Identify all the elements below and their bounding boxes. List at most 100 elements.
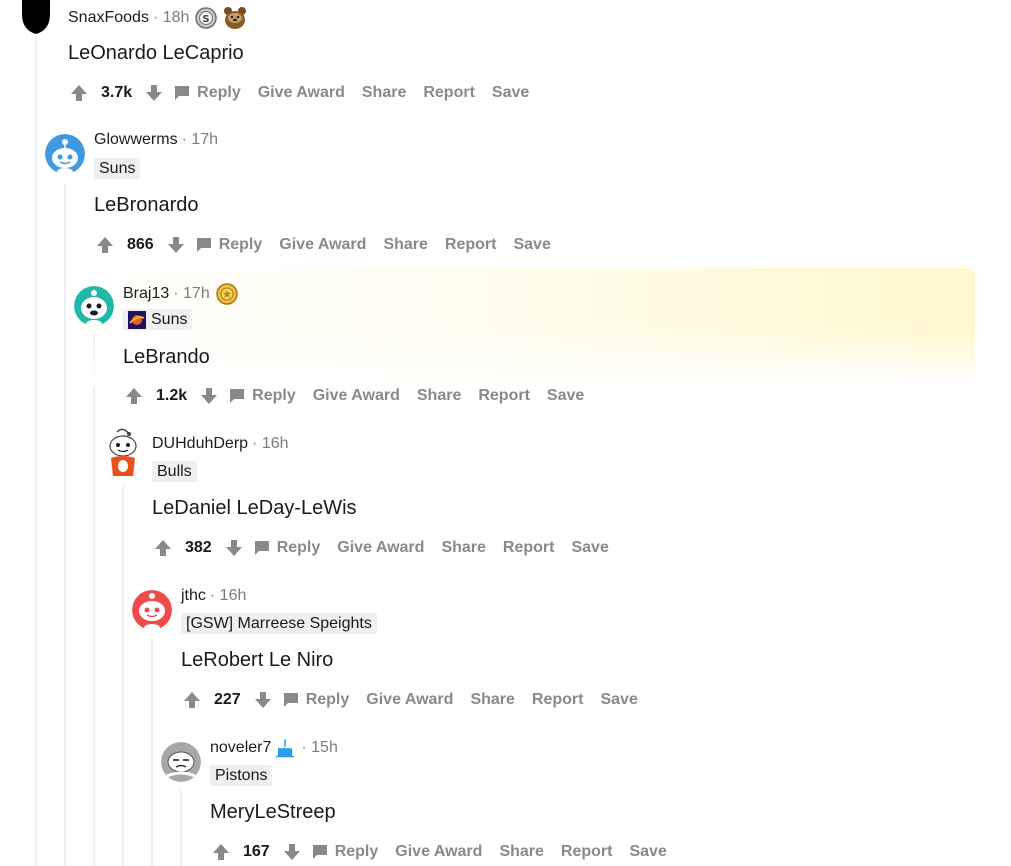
reply-button[interactable]: Reply <box>228 387 296 405</box>
save-button[interactable]: Save <box>600 691 637 709</box>
share-button[interactable]: Share <box>499 843 543 861</box>
downvote-icon[interactable] <box>165 234 187 256</box>
comment-actions: 3.7k Reply Give Award Share Report Save <box>68 80 546 106</box>
give-award-button[interactable]: Give Award <box>313 387 400 405</box>
comment-actions: 1.2k Reply Give Award Share Report Save <box>123 383 601 409</box>
share-button[interactable]: Share <box>470 691 514 709</box>
reply-button[interactable]: Reply <box>282 691 350 709</box>
save-button[interactable]: Save <box>629 843 666 861</box>
give-award-button[interactable]: Give Award <box>337 539 424 557</box>
reply-label: Reply <box>334 843 379 860</box>
reply-button[interactable]: Reply <box>173 84 241 102</box>
flair-text: Suns <box>151 310 188 328</box>
snoo-avatar-black-icon[interactable] <box>18 0 54 36</box>
comment-meta: jthc · 16h <box>181 587 246 605</box>
comment-body: LeRobert Le Niro <box>181 649 334 671</box>
comment-actions: 382 Reply Give Award Share Report Save <box>152 535 626 561</box>
report-button[interactable]: Report <box>423 84 475 102</box>
gold-award-icon[interactable] <box>215 283 238 305</box>
snoo-avatar-red-icon[interactable] <box>132 590 172 630</box>
comment-body: LeBrando <box>123 346 210 368</box>
thread-line[interactable] <box>122 486 124 866</box>
thread-line[interactable] <box>93 334 95 866</box>
save-button[interactable]: Save <box>547 387 584 405</box>
save-button[interactable]: Save <box>571 539 608 557</box>
user-flair: Suns <box>123 309 193 330</box>
bear-award-icon[interactable] <box>223 6 247 30</box>
username[interactable]: noveler7 <box>210 739 271 757</box>
comment-icon <box>228 387 246 405</box>
share-button[interactable]: Share <box>417 387 461 405</box>
snoo-avatar-blue-icon[interactable] <box>45 134 85 174</box>
give-award-button[interactable]: Give Award <box>258 84 345 102</box>
report-button[interactable]: Report <box>478 387 530 405</box>
comment-meta: noveler7 · 15h <box>210 738 338 758</box>
share-button[interactable]: Share <box>362 84 406 102</box>
reply-label: Reply <box>276 539 321 556</box>
report-button[interactable]: Report <box>561 843 613 861</box>
give-award-button[interactable]: Give Award <box>395 843 482 861</box>
username[interactable]: Glowwerms <box>94 131 178 149</box>
username[interactable]: jthc <box>181 587 206 605</box>
timestamp[interactable]: · 18h <box>153 9 189 27</box>
comment-icon <box>253 539 271 557</box>
reply-label: Reply <box>252 387 296 404</box>
upvote-icon[interactable] <box>181 689 203 711</box>
comment-body: LeBronardo <box>94 194 199 216</box>
username[interactable]: Braj13 <box>123 285 169 303</box>
timestamp[interactable]: · 16h <box>210 587 246 605</box>
give-award-button[interactable]: Give Award <box>279 236 366 254</box>
reply-button[interactable]: Reply <box>311 843 379 861</box>
reply-label: Reply <box>218 236 263 253</box>
snoo-avatar-teal-icon[interactable] <box>74 286 114 326</box>
share-button[interactable]: Share <box>441 539 485 557</box>
timestamp[interactable]: · 15h <box>301 739 337 757</box>
suns-logo-icon <box>128 310 146 329</box>
timestamp[interactable]: · 17h <box>182 131 218 149</box>
downvote-icon[interactable] <box>143 82 165 104</box>
timestamp[interactable]: · 16h <box>252 435 288 453</box>
username[interactable]: DUHduhDerp <box>152 435 248 453</box>
comment-icon <box>282 691 300 709</box>
save-button[interactable]: Save <box>513 236 550 254</box>
upvote-icon[interactable] <box>68 82 90 104</box>
reply-button[interactable]: Reply <box>253 539 321 557</box>
upvote-icon[interactable] <box>123 385 145 407</box>
vote-score: 1.2k <box>156 387 188 404</box>
vote-score: 167 <box>243 843 270 860</box>
timestamp[interactable]: · 17h <box>173 285 209 303</box>
report-button[interactable]: Report <box>532 691 584 709</box>
comment-actions: 227 Reply Give Award Share Report Save <box>181 687 655 713</box>
give-award-button[interactable]: Give Award <box>366 691 453 709</box>
comment-meta: Braj13 · 17h <box>123 283 238 305</box>
reply-label: Reply <box>305 691 350 708</box>
upvote-icon[interactable] <box>94 234 116 256</box>
user-flair: Suns <box>94 158 141 179</box>
cake-day-icon[interactable] <box>275 738 295 758</box>
report-button[interactable]: Report <box>503 539 555 557</box>
thread-line[interactable] <box>151 638 153 866</box>
thread-line[interactable] <box>64 183 66 866</box>
comment-actions: 167 Reply Give Award Share Report Save <box>210 839 684 865</box>
reply-button[interactable]: Reply <box>195 236 263 254</box>
report-button[interactable]: Report <box>445 236 497 254</box>
share-button[interactable]: Share <box>383 236 427 254</box>
thread-line[interactable] <box>35 36 37 866</box>
downvote-icon[interactable] <box>281 841 303 863</box>
upvote-icon[interactable] <box>210 841 232 863</box>
comment-icon <box>195 236 213 254</box>
comment-meta: Glowwerms · 17h <box>94 131 218 149</box>
downvote-icon[interactable] <box>223 537 245 559</box>
save-button[interactable]: Save <box>492 84 529 102</box>
snoo-avatar-orange-icon[interactable] <box>103 428 143 478</box>
username[interactable]: SnaxFoods <box>68 9 149 27</box>
snoo-avatar-gray-icon[interactable] <box>161 742 201 782</box>
downvote-icon[interactable] <box>252 689 274 711</box>
reply-label: Reply <box>197 84 241 101</box>
comment-body: MeryLeStreep <box>210 801 336 823</box>
thread-line[interactable] <box>180 790 182 866</box>
silver-award-icon[interactable]: S <box>195 7 218 29</box>
comment-body: LeDaniel LeDay-LeWis <box>152 497 357 519</box>
upvote-icon[interactable] <box>152 537 174 559</box>
downvote-icon[interactable] <box>198 385 220 407</box>
